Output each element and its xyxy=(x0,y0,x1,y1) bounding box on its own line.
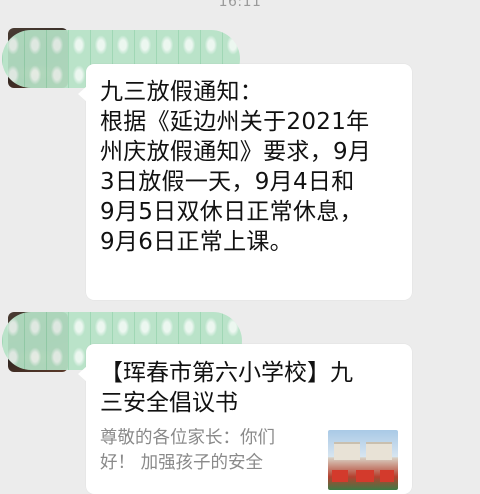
message-line: 9月5日双休日正常休息， xyxy=(100,199,363,225)
link-card-title: 三安全倡议书 xyxy=(100,390,238,416)
status-time: 16:11 xyxy=(218,0,262,10)
message-bubble[interactable]: 九三放假通知： 根据《延边州关于2021年 州庆放假通知》要求，9月 3日放假一… xyxy=(78,64,412,300)
message-line: 九三放假通知： xyxy=(100,79,264,105)
link-card-description: 尊敬的各位家长：你们 xyxy=(100,428,275,448)
message-line: 根据《延边州关于2021年 xyxy=(100,109,370,135)
link-card-description: 好！ 加强孩子的安全 xyxy=(100,453,264,473)
message-line: 3日放假一天，9月4日和 xyxy=(100,169,355,195)
message-line: 9月6日正常上课。 xyxy=(100,229,293,255)
link-card[interactable]: 【珲春市第六小学校】九 三安全倡议书 尊敬的各位家长：你们 好！ 加强孩子的安全 xyxy=(78,344,412,494)
message-line: 州庆放假通知》要求，9月 xyxy=(100,139,372,165)
link-card-title: 【珲春市第六小学校】九 xyxy=(100,360,353,386)
link-card-thumbnail xyxy=(328,430,398,490)
